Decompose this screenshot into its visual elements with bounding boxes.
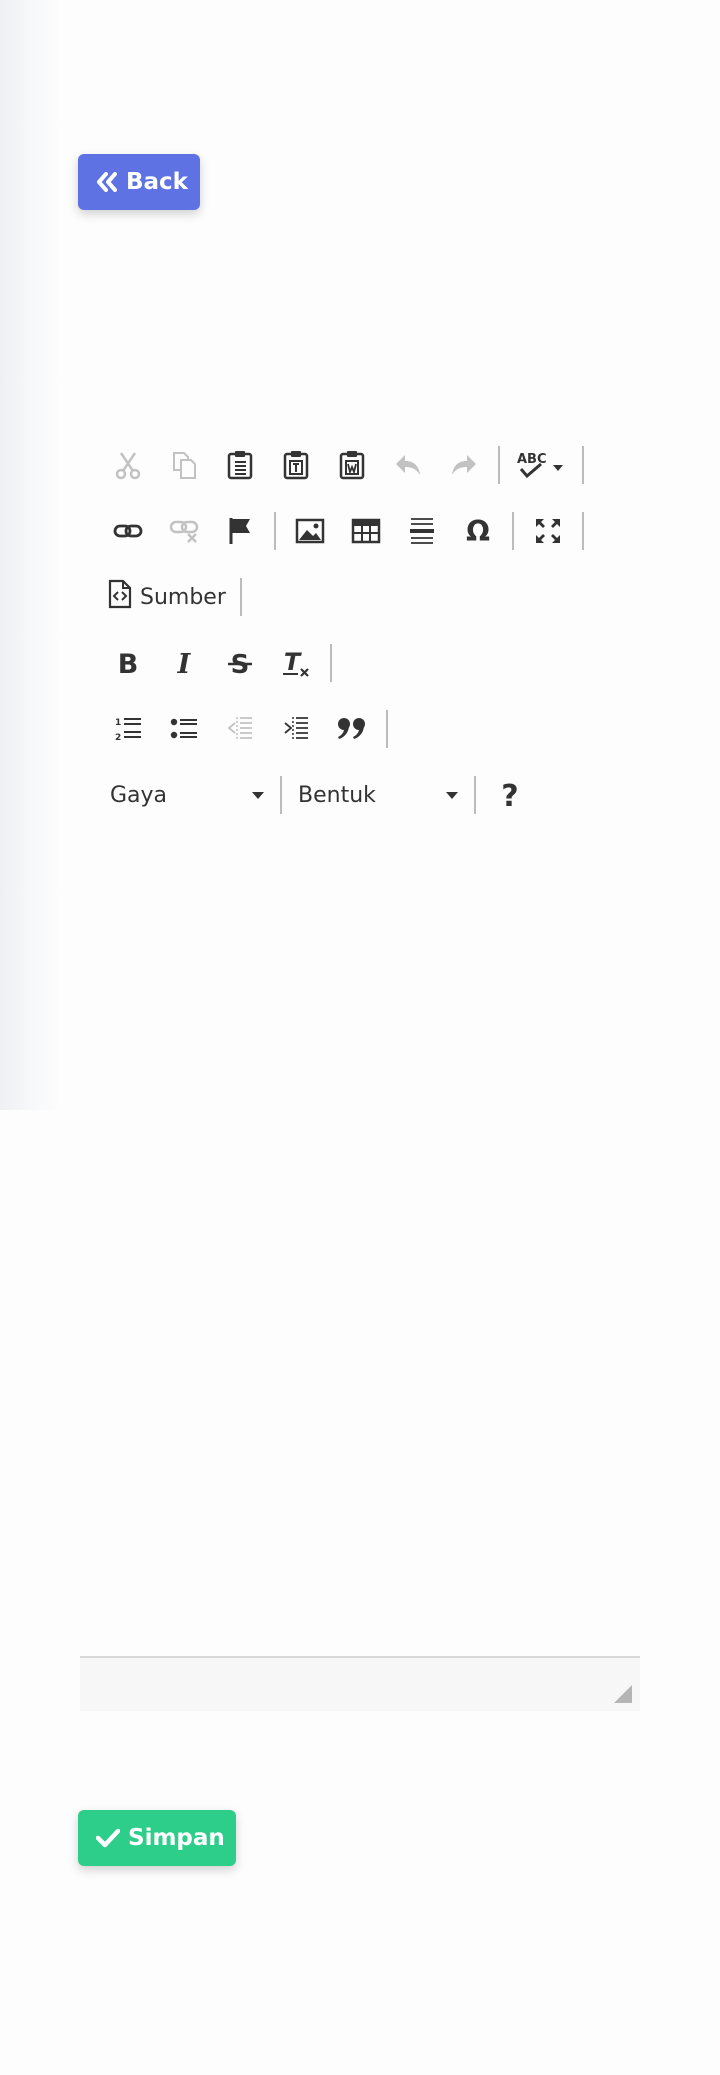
copy-icon[interactable] bbox=[156, 440, 212, 490]
editor-bottom-bar bbox=[80, 1656, 640, 1711]
save-button-label: Simpan bbox=[128, 1825, 225, 1851]
source-code-icon bbox=[108, 579, 132, 615]
horizontal-line-icon[interactable] bbox=[394, 506, 450, 556]
special-character-icon[interactable]: Ω bbox=[450, 506, 506, 556]
toolbar-separator bbox=[239, 578, 242, 616]
anchor-flag-icon[interactable] bbox=[212, 506, 268, 556]
sidebar-shadow bbox=[0, 0, 60, 1110]
maximize-icon[interactable] bbox=[520, 506, 576, 556]
toolbar-row-clipboard: ABC bbox=[100, 440, 590, 490]
back-button[interactable]: Back bbox=[78, 154, 200, 210]
back-button-label: Back bbox=[126, 169, 188, 195]
paste-text-icon[interactable] bbox=[268, 440, 324, 490]
cut-icon[interactable] bbox=[100, 440, 156, 490]
link-icon[interactable] bbox=[100, 506, 156, 556]
toolbar-row-document: Sumber bbox=[100, 572, 248, 622]
svg-text:Ω: Ω bbox=[466, 516, 490, 546]
toolbar-row-insert: Ω bbox=[100, 506, 590, 556]
image-icon[interactable] bbox=[282, 506, 338, 556]
spellcheck-icon[interactable]: ABC bbox=[506, 440, 576, 490]
unlink-icon[interactable] bbox=[156, 506, 212, 556]
redo-icon[interactable] bbox=[436, 440, 492, 490]
source-button[interactable]: Sumber bbox=[100, 572, 234, 622]
check-icon bbox=[96, 1828, 120, 1848]
rich-text-editor: ABC Ω Sumber B I S T 1 2 Gaya Bentuk ? bbox=[80, 440, 640, 1711]
paste-from-word-icon[interactable] bbox=[324, 440, 380, 490]
double-chevron-left-icon bbox=[96, 172, 118, 192]
svg-text:ABC: ABC bbox=[517, 452, 547, 467]
table-icon[interactable] bbox=[338, 506, 394, 556]
paste-icon[interactable] bbox=[212, 440, 268, 490]
save-button[interactable]: Simpan bbox=[78, 1810, 236, 1866]
toolbar-separator bbox=[274, 512, 276, 550]
toolbar-separator bbox=[582, 446, 584, 484]
source-button-label: Sumber bbox=[140, 584, 226, 610]
undo-icon[interactable] bbox=[380, 440, 436, 490]
toolbar-separator bbox=[512, 512, 514, 550]
toolbar-separator bbox=[498, 446, 500, 484]
toolbar-separator bbox=[582, 512, 584, 550]
resize-handle-icon[interactable] bbox=[614, 1685, 632, 1703]
editor-content-area[interactable] bbox=[80, 640, 640, 1648]
